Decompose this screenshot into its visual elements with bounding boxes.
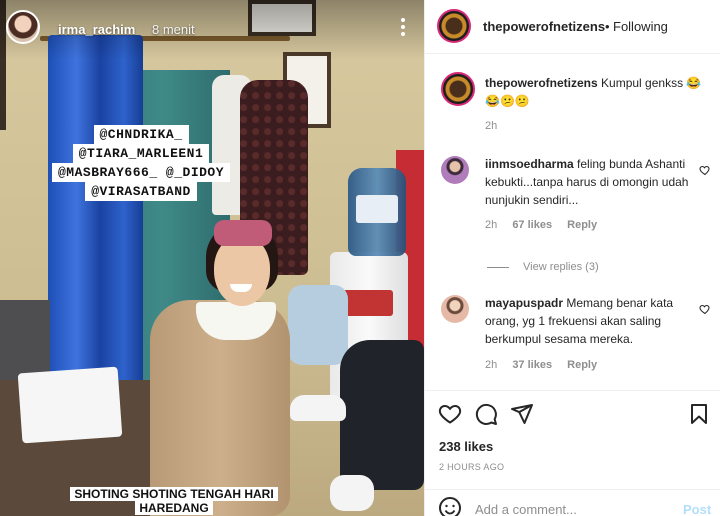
comment-username[interactable]: iinmsoedharma	[485, 157, 574, 171]
story-avatar[interactable]	[6, 10, 40, 44]
mention-sticker[interactable]: @TIARA_MARLEEN1	[72, 144, 210, 163]
story-menu-icon[interactable]	[400, 18, 406, 40]
caption-age: 2h	[485, 120, 498, 132]
post-timestamp[interactable]: 2 HOURS AGO	[439, 462, 504, 472]
story-time: 8 menit	[152, 22, 195, 37]
story-caption: SHOTING SHOTING TENGAH HARI HAREDANG	[56, 487, 292, 515]
blue-jacket	[288, 285, 348, 365]
mention-sticker[interactable]: @VIRASATBAND	[85, 182, 197, 201]
view-replies-link[interactable]: View replies (3)	[523, 261, 599, 273]
comment-row: iinmsoedharma feling bunda Ashanti kebuk…	[441, 156, 711, 246]
action-bar: 238 likes 2 HOURS AGO Add a comment... P…	[425, 390, 720, 516]
instagram-post: irma_rachim 8 menit @CHNDRIKA_ @TIARA_MA…	[0, 0, 720, 516]
person-legs	[340, 340, 424, 490]
caption-meta: 2h	[485, 120, 509, 132]
comment-icon[interactable]	[474, 402, 498, 426]
post-sidebar: thepowerofnetizens • Following thepowero…	[424, 0, 720, 516]
author-username[interactable]: thepowerofnetizens	[483, 19, 605, 34]
caption-body: thepowerofnetizens Kumpul genkss 😂😂😕😕	[485, 74, 709, 110]
comment-row: mayapuspadr Memang benar kata orang, yg …	[441, 295, 711, 375]
comment-likes[interactable]: 37 likes	[512, 359, 552, 371]
comment-meta: 2h 37 likes Reply	[485, 359, 609, 371]
share-icon[interactable]	[510, 402, 534, 426]
author-avatar[interactable]	[437, 9, 471, 43]
tissue-box	[17, 366, 123, 444]
view-replies-line	[487, 267, 509, 268]
mention-sticker[interactable]: @MASBRAY666_ @_DIDOY	[52, 163, 231, 182]
like-count[interactable]: 238 likes	[439, 439, 493, 454]
woman-face	[214, 236, 270, 306]
white-sneaker	[290, 395, 346, 421]
bookmark-icon[interactable]	[687, 402, 711, 426]
story-caption-text: SHOTING SHOTING TENGAH HARI HAREDANG	[70, 487, 278, 515]
comment-body: mayapuspadr Memang benar kata orang, yg …	[485, 294, 709, 348]
mention-sticker[interactable]: @CHNDRIKA_	[93, 125, 189, 144]
commenter-avatar[interactable]	[441, 295, 469, 323]
header-separator: •	[605, 19, 610, 34]
following-button[interactable]: Following	[613, 19, 668, 34]
comment-body: iinmsoedharma feling bunda Ashanti kebuk…	[485, 155, 709, 209]
caption-username[interactable]: thepowerofnetizens	[485, 76, 598, 90]
caption-avatar[interactable]	[441, 72, 475, 106]
commenter-avatar[interactable]	[441, 156, 469, 184]
add-comment-input[interactable]: Add a comment...	[475, 502, 577, 516]
caption-row: thepowerofnetizens Kumpul genkss 😂😂😕😕 2h	[441, 72, 711, 132]
comment-username[interactable]: mayapuspadr	[485, 296, 563, 310]
post-media[interactable]: irma_rachim 8 menit @CHNDRIKA_ @TIARA_MA…	[0, 0, 424, 516]
heart-icon[interactable]	[438, 402, 462, 426]
comment-likes[interactable]: 67 likes	[512, 219, 552, 231]
comment-like-icon[interactable]	[699, 303, 711, 315]
gallon-label	[356, 195, 398, 223]
blue-curtain	[48, 35, 143, 415]
reply-button[interactable]: Reply	[567, 359, 597, 371]
mention-stickers: @CHNDRIKA_ @TIARA_MARLEEN1 @MASBRAY666_ …	[52, 125, 231, 201]
comment-age: 2h	[485, 359, 498, 371]
story-username[interactable]: irma_rachim	[58, 22, 135, 37]
comment-meta: 2h 67 likes Reply	[485, 219, 609, 231]
emoji-icon[interactable]	[438, 496, 462, 516]
comment-age: 2h	[485, 219, 498, 231]
comment-like-icon[interactable]	[699, 164, 711, 176]
post-header: thepowerofnetizens • Following	[425, 0, 720, 54]
add-comment-bar: Add a comment... Post	[425, 489, 720, 516]
reply-button[interactable]: Reply	[567, 219, 597, 231]
hair-roller	[214, 220, 272, 246]
white-sneaker-2	[330, 475, 374, 511]
post-comment-button[interactable]: Post	[683, 502, 711, 516]
dispenser-tap	[343, 290, 393, 316]
